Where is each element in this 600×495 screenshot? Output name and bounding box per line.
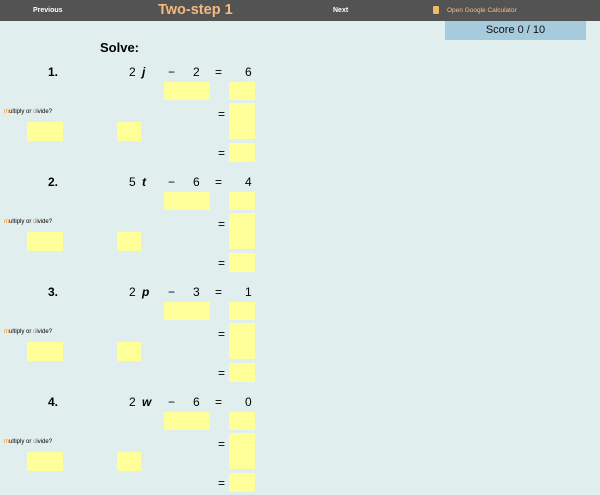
variable: p bbox=[142, 285, 150, 299]
operator: − bbox=[168, 395, 176, 409]
equals-sign: = bbox=[218, 437, 226, 451]
operator: − bbox=[168, 65, 176, 79]
variable: t bbox=[142, 175, 146, 189]
coefficient: 2 bbox=[129, 65, 136, 79]
step2-right-input[interactable] bbox=[229, 213, 255, 249]
equals-sign: = bbox=[218, 256, 226, 270]
problem-3: 3. 2 p − 3 = 1 multiply or divide? = = bbox=[0, 285, 600, 385]
operator: − bbox=[168, 285, 176, 299]
problem-number: 1. bbox=[48, 65, 59, 79]
open-calculator-link[interactable]: Open Google Calculator bbox=[447, 0, 517, 21]
step2-right-input[interactable] bbox=[229, 433, 255, 469]
right-hand-side: 1 bbox=[245, 285, 252, 299]
equals-sign: = bbox=[215, 175, 223, 189]
multiply-divide-choice-input[interactable] bbox=[27, 232, 63, 251]
multiply-divide-value-input[interactable] bbox=[117, 232, 141, 251]
problem-number: 2. bbox=[48, 175, 59, 189]
answer-input[interactable] bbox=[229, 473, 255, 492]
score-display: Score 0 / 10 bbox=[445, 21, 586, 40]
calculator-icon[interactable] bbox=[433, 6, 439, 14]
page-title: Two-step 1 bbox=[158, 2, 233, 18]
variable: w bbox=[142, 395, 152, 409]
equals-sign: = bbox=[215, 65, 223, 79]
step1-left-input[interactable] bbox=[164, 82, 210, 100]
step2-right-input[interactable] bbox=[229, 103, 255, 139]
multiply-or-divide-label: multiply or divide? bbox=[4, 329, 53, 335]
top-bar: Previous Two-step 1 Next Open Google Cal… bbox=[0, 0, 600, 21]
multiply-divide-value-input[interactable] bbox=[117, 342, 141, 361]
multiply-or-divide-label: multiply or divide? bbox=[4, 439, 53, 445]
step1-right-input[interactable] bbox=[229, 82, 255, 100]
equals-sign: = bbox=[215, 395, 223, 409]
step1-right-input[interactable] bbox=[229, 412, 255, 430]
equals-sign: = bbox=[218, 476, 226, 490]
equals-sign: = bbox=[218, 146, 226, 160]
step1-left-input[interactable] bbox=[164, 302, 210, 320]
multiply-divide-choice-input[interactable] bbox=[27, 122, 63, 141]
equals-sign: = bbox=[218, 366, 226, 380]
equals-sign: = bbox=[215, 285, 223, 299]
multiply-divide-value-input[interactable] bbox=[117, 452, 141, 471]
equals-sign: = bbox=[218, 217, 226, 231]
problem-4: 4. 2 w − 6 = 0 multiply or divide? = = bbox=[0, 395, 600, 495]
problem-1: 1. 2 j −2 = 6 multiply or divide? = = bbox=[0, 65, 600, 165]
step1-left-input[interactable] bbox=[164, 192, 210, 210]
multiply-or-divide-label: multiply or divide? bbox=[4, 219, 53, 225]
problem-2: 2. 5 t − 6 = 4 multiply or divide? = = bbox=[0, 175, 600, 275]
multiply-divide-value-input[interactable] bbox=[117, 122, 141, 141]
multiply-or-divide-label: multiply or divide? bbox=[4, 109, 53, 115]
solve-heading: Solve: bbox=[100, 40, 140, 55]
coefficient: 2 bbox=[129, 395, 136, 409]
variable: j bbox=[142, 65, 146, 79]
constant: 3 bbox=[193, 285, 200, 299]
answer-input[interactable] bbox=[229, 253, 255, 272]
constant: 6 bbox=[193, 175, 200, 189]
previous-link[interactable]: Previous bbox=[33, 0, 63, 21]
step2-right-input[interactable] bbox=[229, 323, 255, 359]
step1-right-input[interactable] bbox=[229, 302, 255, 320]
coefficient: 5 bbox=[129, 175, 136, 189]
equals-sign: = bbox=[218, 107, 226, 121]
answer-input[interactable] bbox=[229, 143, 255, 162]
problem-number: 4. bbox=[48, 395, 59, 409]
problem-number: 3. bbox=[48, 285, 59, 299]
coefficient: 2 bbox=[129, 285, 136, 299]
answer-input[interactable] bbox=[229, 363, 255, 382]
multiply-divide-choice-input[interactable] bbox=[27, 452, 63, 471]
constant: 2 bbox=[193, 65, 200, 79]
step1-right-input[interactable] bbox=[229, 192, 255, 210]
step1-left-input[interactable] bbox=[164, 412, 210, 430]
constant: 6 bbox=[193, 395, 200, 409]
multiply-divide-choice-input[interactable] bbox=[27, 342, 63, 361]
right-hand-side: 6 bbox=[245, 65, 252, 79]
right-hand-side: 4 bbox=[245, 175, 252, 189]
next-link[interactable]: Next bbox=[333, 0, 348, 21]
right-hand-side: 0 bbox=[245, 395, 252, 409]
equals-sign: = bbox=[218, 327, 226, 341]
operator: − bbox=[168, 175, 176, 189]
